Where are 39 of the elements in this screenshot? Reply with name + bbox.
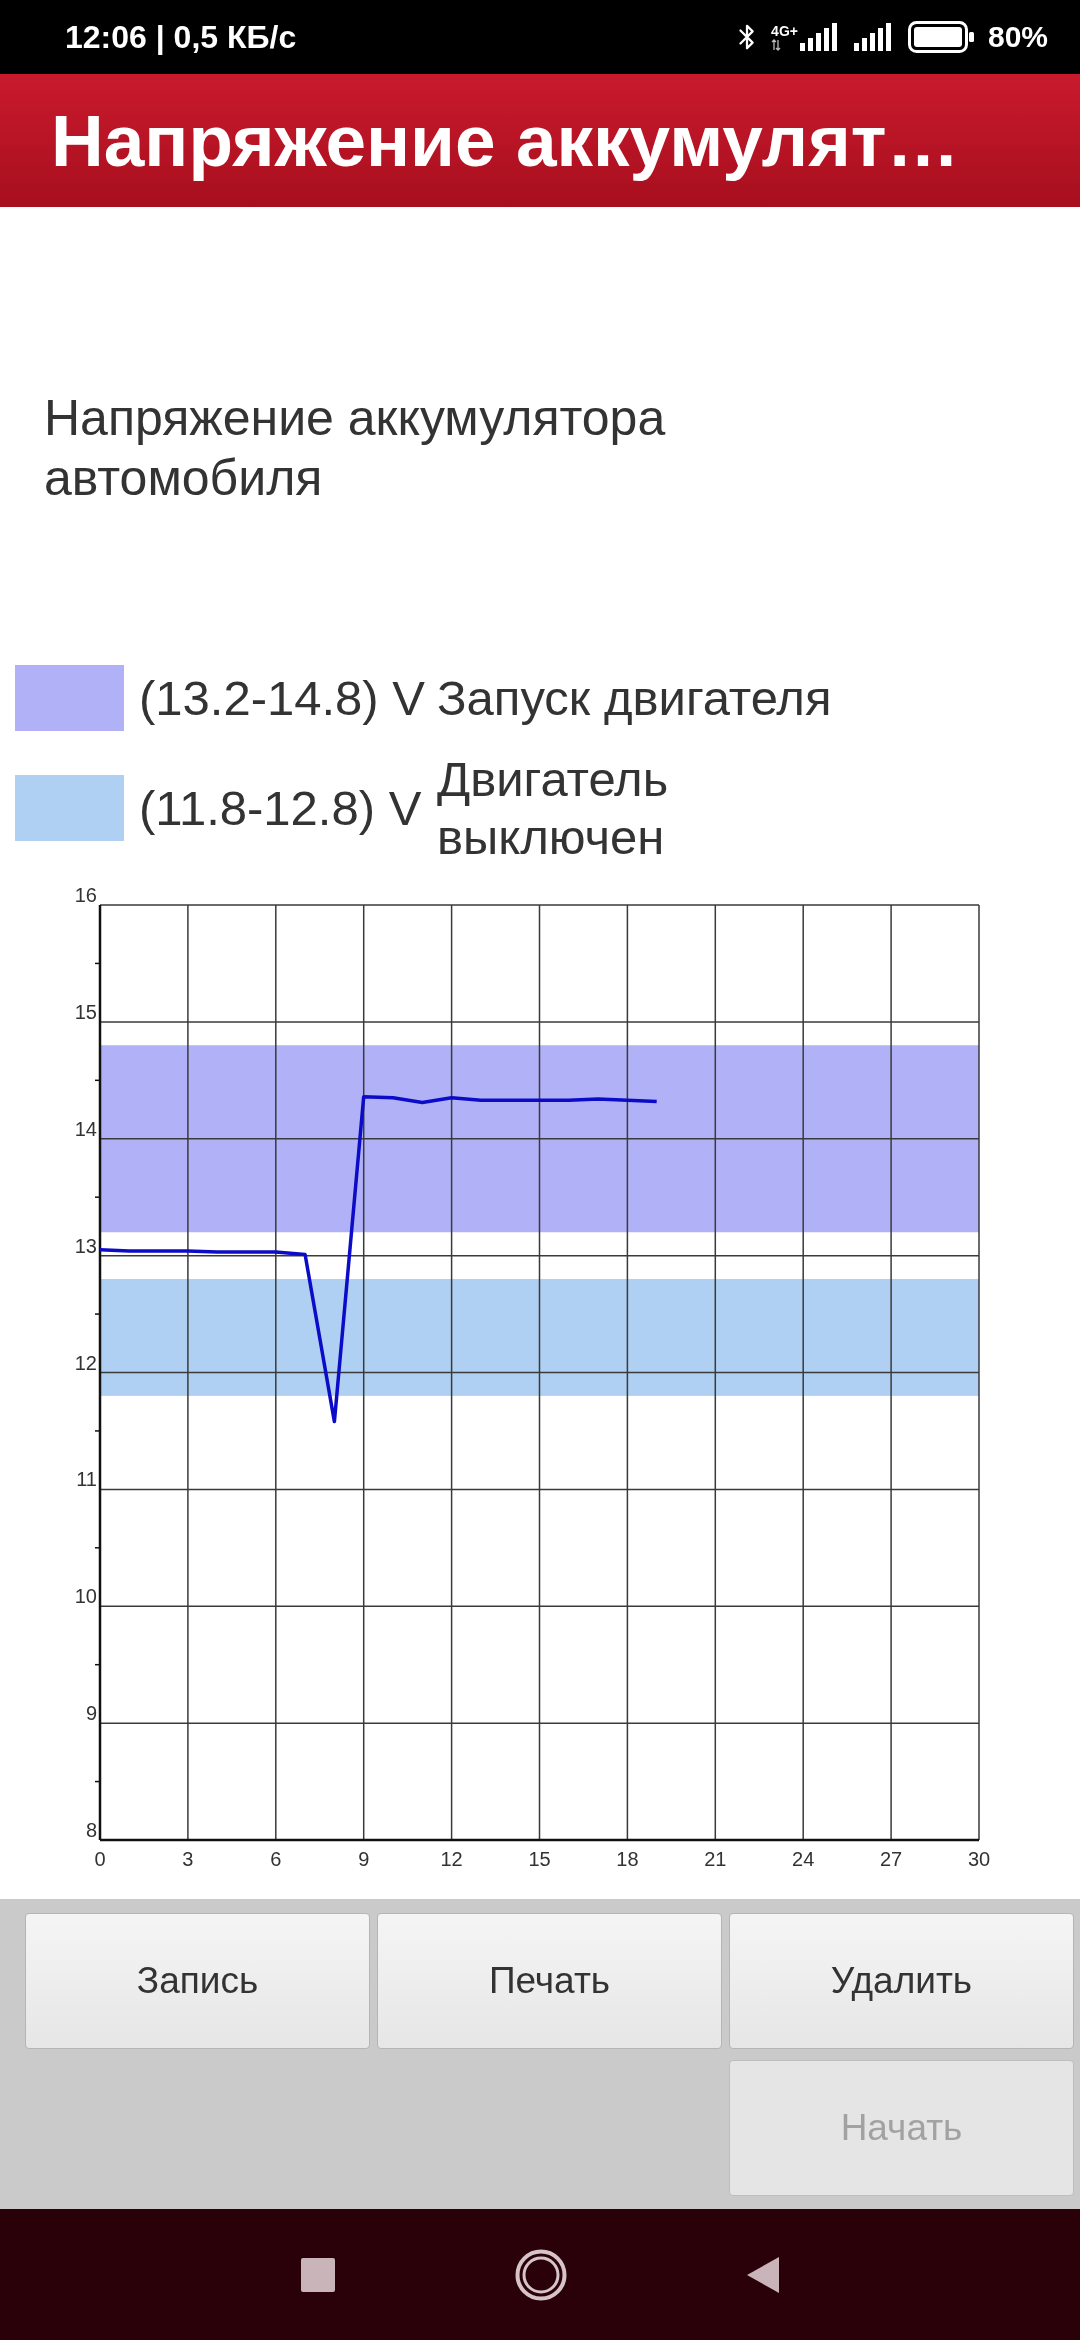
app-bar-title: Напряжение аккумулят… — [51, 99, 960, 182]
y-axis-label: 9 — [85, 1702, 97, 1725]
y-axis-label: 12 — [74, 1351, 97, 1374]
legend-label: Запуск двигателя — [437, 670, 833, 727]
data-arrows-icon — [771, 39, 782, 51]
x-axis-label: 9 — [358, 1848, 370, 1870]
x-axis-label: 15 — [528, 1848, 551, 1870]
y-axis-label: 16 — [74, 884, 97, 906]
y-axis-label: 11 — [76, 1468, 97, 1491]
legend-range: (13.2-14.8) V — [139, 670, 426, 727]
signal-icon — [853, 23, 894, 51]
x-axis-label: 27 — [879, 1848, 903, 1870]
action-button[interactable]: Удалить — [729, 1913, 1074, 2049]
status-time: 12:06 | 0,5 КБ/с — [65, 18, 297, 56]
y-axis-label: 15 — [74, 1000, 97, 1023]
square-icon[interactable] — [301, 2257, 335, 2292]
back-icon[interactable] — [747, 2256, 779, 2293]
network-type: 4G+ — [771, 24, 798, 38]
y-axis-label: 13 — [74, 1234, 97, 1257]
action-button[interactable]: Печать — [377, 1913, 722, 2049]
x-axis-label: 30 — [967, 1848, 991, 1870]
home-icon[interactable] — [515, 2248, 567, 2301]
x-axis-label: 3 — [182, 1848, 194, 1870]
x-axis-label: 6 — [270, 1848, 282, 1870]
y-axis-label: 14 — [74, 1117, 97, 1140]
chart-title: Напряжение аккумулятора автомобиля — [44, 389, 667, 508]
x-axis-label: 12 — [440, 1848, 463, 1870]
battery-icon — [907, 21, 974, 53]
legend-range: (11.8-12.8) V — [139, 780, 423, 837]
x-axis-label: 24 — [792, 1848, 815, 1870]
legend-label: Двигатель выключен — [437, 751, 670, 866]
signal-icon — [799, 23, 840, 51]
x-axis-label: 21 — [704, 1848, 727, 1870]
y-axis-label: 10 — [74, 1585, 97, 1608]
y-axis-label: 8 — [85, 1819, 97, 1841]
battery-percent: 80% — [987, 20, 1048, 54]
x-axis-label: 18 — [616, 1848, 639, 1870]
x-axis-label: 0 — [94, 1848, 106, 1870]
action-button[interactable]: Запись — [25, 1913, 370, 2049]
